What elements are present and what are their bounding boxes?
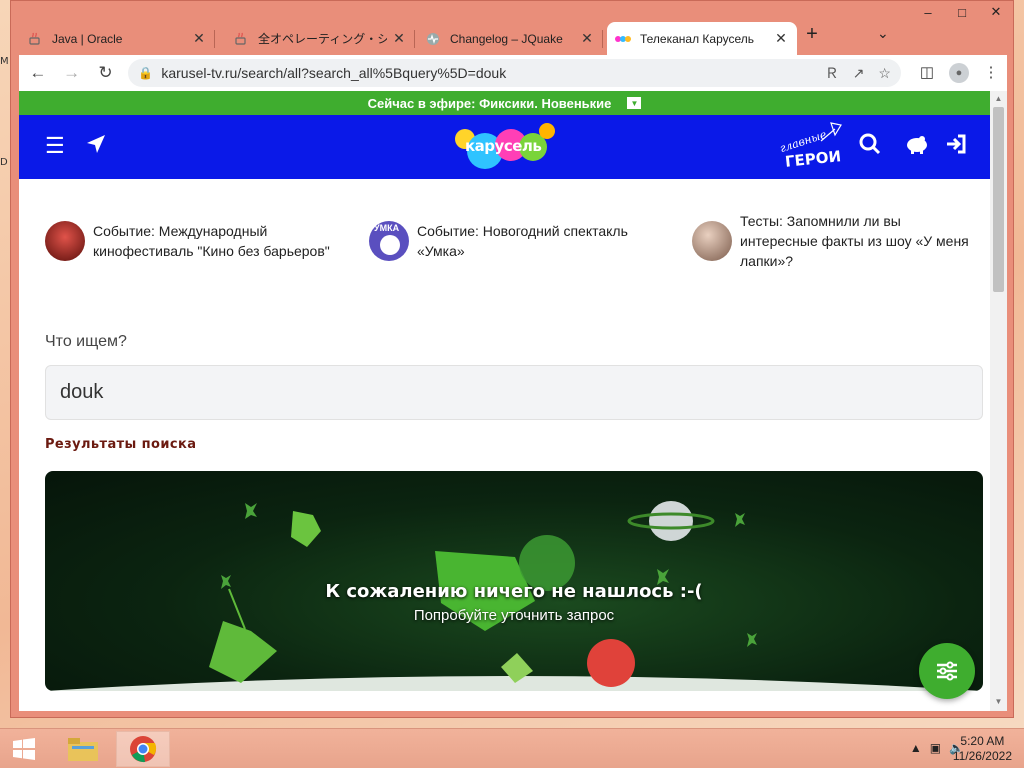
windows-logo-icon xyxy=(13,738,35,760)
scroll-up-icon[interactable]: ▲ xyxy=(990,94,1007,108)
toolbar-right: ◫ ● ⋮ xyxy=(911,63,1007,83)
tab-strip: Java | Oracle ✕ 全オペレーティング・システ ✕ Changelo… xyxy=(19,19,1007,55)
address-bar[interactable]: 🔒 karusel-tv.ru/search/all?search_all%5B… xyxy=(128,59,901,87)
file-explorer-icon[interactable] xyxy=(56,731,110,767)
lock-icon: 🔒 xyxy=(138,66,154,80)
quiz-thumbnail xyxy=(692,221,732,261)
tab-java-oracle[interactable]: Java | Oracle ✕ xyxy=(19,22,215,55)
forward-arrow-icon[interactable]: → xyxy=(57,58,87,88)
kite-icon xyxy=(820,122,842,142)
browser-window: – □ ✕ Java | Oracle ✕ 全オペレーティング・システ ✕ Ch… xyxy=(10,0,1014,718)
close-tab-icon[interactable]: ✕ xyxy=(191,30,207,47)
tab-java-os[interactable]: 全オペレーティング・システ ✕ xyxy=(225,22,415,55)
umka-thumbnail: УМКА xyxy=(369,221,409,261)
new-tab-button[interactable]: + xyxy=(799,23,825,46)
tab-title: 全オペレーティング・システ xyxy=(258,32,387,46)
piggy-bank-icon[interactable] xyxy=(905,133,929,161)
no-results-hint: Попробуйте уточнить запрос xyxy=(413,607,615,624)
clock-time: 5:20 AM xyxy=(960,734,1005,748)
page-scrollbar[interactable]: ▲ ▼ xyxy=(990,91,1007,711)
java-icon xyxy=(27,31,43,47)
tray-up-arrow-icon[interactable]: ▲ xyxy=(910,741,922,755)
side-panel-icon[interactable]: ◫ xyxy=(911,63,943,83)
menu-kebab-icon[interactable]: ⋮ xyxy=(975,63,1007,83)
logo-text: карусель xyxy=(465,137,542,155)
no-results-banner: К сожалению ничего не нашлось :-( Попроб… xyxy=(45,471,983,691)
close-tab-icon[interactable]: ✕ xyxy=(391,30,407,47)
tab-jquake[interactable]: Changelog – JQuake ✕ xyxy=(417,22,603,55)
event-text: Событие: Новогодний спектакль «Умка» xyxy=(417,223,628,259)
network-icon[interactable]: ▣ xyxy=(930,741,941,755)
karusel-icon xyxy=(615,31,631,47)
login-icon[interactable] xyxy=(945,133,967,161)
sliders-icon xyxy=(937,661,957,681)
clock-date: 11/26/2022 xyxy=(952,749,1012,763)
java-icon xyxy=(233,31,249,47)
browser-toolbar: ← → ↻ 🔒 karusel-tv.ru/search/all?search_… xyxy=(19,55,1007,91)
event-text: Событие: Международный кинофестиваль "Ки… xyxy=(93,223,330,259)
url-text[interactable]: karusel-tv.ru/search/all?search_all%5Bqu… xyxy=(161,65,810,81)
hamburger-menu-icon[interactable]: ☰ xyxy=(45,133,65,159)
web-page: Сейчас в эфире: Фиксики. Новенькие ▼ ☰ к… xyxy=(19,91,990,711)
event-item-umka[interactable]: УМКА Событие: Новогодний спектакль «Умка… xyxy=(369,221,659,261)
events-strip: Событие: Международный кинофестиваль "Ки… xyxy=(19,203,990,273)
site-header: ☰ карусель главные ГЕРОИ xyxy=(19,115,990,179)
clock[interactable]: 5:20 AM 11/26/2022 xyxy=(953,734,1012,764)
tab-title: Java | Oracle xyxy=(52,31,123,46)
chrome-taskbar-icon[interactable] xyxy=(116,731,170,767)
translate-icon[interactable]: Ｒ xyxy=(825,63,839,83)
profile-avatar-icon[interactable]: ● xyxy=(948,63,969,83)
close-tab-icon[interactable]: ✕ xyxy=(579,30,595,47)
bookmark-star-icon[interactable]: ☆ xyxy=(878,65,891,82)
no-results-title: К сожалению ничего не нашлось :-( xyxy=(325,581,703,602)
tab-title: Changelog – JQuake xyxy=(450,31,563,46)
search-label: Что ищем? xyxy=(45,333,127,350)
search-icon[interactable] xyxy=(859,133,881,161)
event-text: Тесты: Запомнили ли вы интересные факты … xyxy=(740,213,969,269)
filters-button[interactable] xyxy=(919,643,975,699)
scroll-down-icon[interactable]: ▼ xyxy=(990,697,1007,711)
location-arrow-icon[interactable] xyxy=(85,133,107,161)
dropdown-arrow-icon[interactable]: ▼ xyxy=(627,97,642,109)
umka-badge-text: УМКА xyxy=(374,223,400,233)
karusel-logo[interactable]: карусель xyxy=(455,123,559,171)
share-icon[interactable]: ↗ xyxy=(853,65,865,82)
jquake-icon xyxy=(425,31,441,47)
main-heroes-logo[interactable]: главные ГЕРОИ xyxy=(778,122,842,173)
event-item-festival[interactable]: Событие: Международный кинофестиваль "Ки… xyxy=(45,221,345,261)
scroll-thumb[interactable] xyxy=(993,107,1004,292)
results-heading: Результаты поиска xyxy=(45,437,197,452)
back-arrow-icon[interactable]: ← xyxy=(23,58,53,88)
on-air-text: Сейчас в эфире: Фиксики. Новенькие xyxy=(367,95,612,111)
start-button[interactable] xyxy=(0,729,48,768)
festival-thumbnail xyxy=(45,221,85,261)
close-tab-icon[interactable]: ✕ xyxy=(773,30,789,47)
bear-face xyxy=(380,235,400,255)
search-input[interactable] xyxy=(45,365,983,420)
event-item-quiz[interactable]: Тесты: Запомнили ли вы интересные факты … xyxy=(692,211,982,271)
on-air-banner[interactable]: Сейчас в эфире: Фиксики. Новенькие ▼ xyxy=(19,91,990,115)
tab-karusel[interactable]: Телеканал Карусель ✕ xyxy=(607,22,797,55)
taskbar: ▲ ▣ 🔈 5:20 AM 11/26/2022 xyxy=(0,728,1024,768)
tab-title: Телеканал Карусель xyxy=(640,31,755,46)
logo-bubble xyxy=(539,123,555,139)
tab-search-chevron-icon[interactable]: ⌄ xyxy=(877,25,889,42)
reload-icon[interactable]: ↻ xyxy=(91,58,121,88)
